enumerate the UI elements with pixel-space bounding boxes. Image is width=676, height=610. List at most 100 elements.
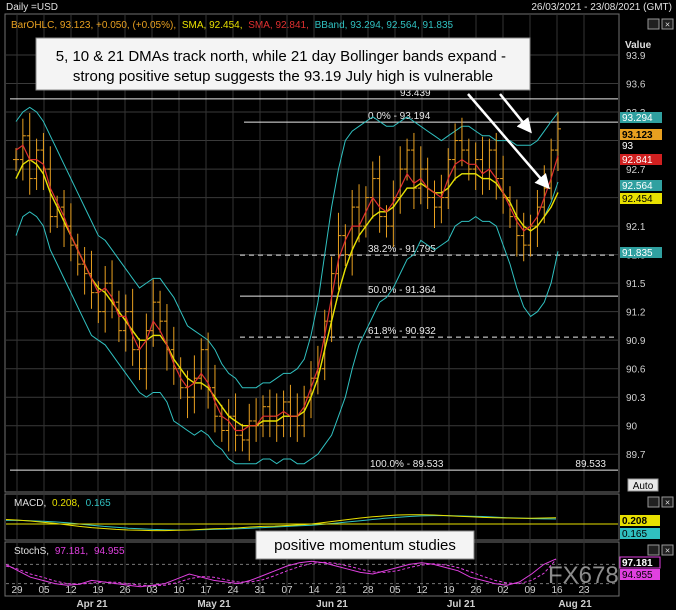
ohlc-bar [102, 266, 109, 333]
ohlc-bar [527, 214, 534, 257]
date-range: 26/03/2021 - 23/08/2021 (GMT) [531, 2, 672, 13]
x-tick-label: 26 [470, 585, 482, 596]
macd-panel-buttons[interactable]: × [647, 496, 674, 508]
price-tag: 91.835 [622, 248, 653, 259]
legend-sma-slow: SMA, 92.454, [182, 20, 243, 31]
ohlc-bar [500, 155, 507, 214]
stoch-name: StochS, [14, 546, 49, 557]
level-label: 61.8% - 90.932 [368, 326, 436, 337]
value-label: Value [625, 40, 652, 51]
ohlc-bar [163, 304, 170, 371]
close-glyph: × [665, 546, 670, 556]
ohlc-bar [246, 403, 253, 461]
x-axis: 29 05 12 19 26 03 10 17 24 31 07 14 21 28 05 12 19 26 02 09… [11, 585, 592, 610]
ohlc-bar [349, 189, 356, 276]
x-tick-label: 28 [362, 585, 374, 596]
x-tick-label: 03 [146, 585, 158, 596]
main-legend: BarOHLC, 93.123, +0.050, (+0.05%), SMA, … [11, 20, 454, 31]
x-tick-label: 12 [65, 585, 77, 596]
macd-value: 0.208, [52, 498, 80, 509]
ohlc-bar [513, 199, 520, 257]
x-tick-label: 17 [200, 585, 212, 596]
ohlc-bar [431, 180, 438, 229]
ohlc-bar [13, 148, 19, 171]
price-tag: 92.841 [622, 155, 653, 166]
price-tag: 92.454 [622, 194, 653, 205]
y-tick-label: 89.7 [626, 450, 646, 461]
price-tag: 92.564 [622, 181, 653, 192]
x-month-label: May 21 [197, 599, 231, 610]
ohlc-bar [273, 393, 280, 442]
level-label: 50.0% - 91.364 [368, 285, 436, 296]
minimize-icon[interactable] [647, 18, 660, 30]
ohlc-bar [369, 161, 376, 219]
x-tick-label: 12 [416, 585, 428, 596]
level-right-label: 89.533 [575, 459, 606, 470]
ohlc-bar [109, 260, 116, 319]
x-tick-label: 31 [254, 585, 266, 596]
y-tick-label: 91.5 [626, 279, 646, 290]
close-glyph: × [665, 20, 670, 30]
macd-name: MACD, [14, 498, 46, 509]
y-tick-label: 93.9 [626, 51, 646, 62]
stoch-legend: StochS, 97.181, 94.955 [14, 546, 125, 557]
ohlc-bar [253, 398, 260, 442]
y-tick-label: 90.9 [626, 336, 646, 347]
ohlc-bar [376, 155, 383, 233]
stoch-d-value: 94.955 [94, 546, 125, 557]
ohlc-bar [424, 157, 431, 209]
ohlc-bar [417, 146, 424, 205]
price-tag: 93.294 [622, 113, 653, 124]
ohlc-bar [143, 313, 150, 390]
macd-signal-value: 0.165 [86, 498, 111, 509]
watermark: FX678 [548, 562, 619, 589]
legend-bband: BBand, 93.294, 92.564, 91.835 [315, 20, 454, 31]
macd-line [5, 514, 557, 532]
chart-timeframe: Daily =USD [6, 2, 58, 13]
ohlc-bar [438, 174, 445, 224]
x-tick-label: 10 [173, 585, 185, 596]
x-tick-label: 19 [92, 585, 104, 596]
x-tick-label: 19 [443, 585, 455, 596]
x-tick-label: 26 [119, 585, 131, 596]
legend-sma-fast: SMA, 92.841, [248, 20, 309, 31]
stoch-d-tag: 94.955 [622, 570, 653, 581]
y-tick-label: 92.7 [626, 165, 646, 176]
stoch-k-value: 97.181, [55, 546, 88, 557]
ohlc-bar [287, 384, 294, 438]
level-label: 100.0% - 89.533 [370, 459, 444, 470]
macd-tag: 0.208 [622, 516, 647, 527]
ohlc-bar [397, 146, 404, 214]
x-month-label: Apr 21 [76, 599, 108, 610]
macd-legend: MACD, 0.208, 0.165 [14, 498, 111, 509]
ohlc-bar [47, 146, 54, 233]
close-glyph: × [665, 498, 670, 508]
ohlc-bar [479, 136, 486, 195]
ohlc-bar [520, 212, 527, 262]
main-panel-buttons[interactable]: × [647, 18, 674, 30]
minimize-icon[interactable] [647, 496, 660, 508]
x-month-label: Jul 21 [447, 599, 476, 610]
macd-signal-line [6, 515, 557, 531]
x-month-label: Jun 21 [316, 599, 348, 610]
price-tag: 93 [622, 141, 634, 152]
x-tick-label: 24 [227, 585, 239, 596]
ohlc-bar [198, 338, 205, 390]
auto-scale-label: Auto [633, 481, 654, 492]
momentum-annotation-text: positive momentum studies [274, 537, 456, 554]
ohlc-bar [493, 132, 500, 200]
x-tick-label: 02 [497, 585, 509, 596]
legend-bar: BarOHLC, 93.123, +0.050, (+0.05%), [11, 20, 176, 31]
ohlc-bar [211, 364, 218, 433]
y-tick-label: 92.1 [626, 222, 646, 233]
ohlc-bar [294, 393, 301, 442]
y-tick-label: 90 [626, 422, 638, 433]
x-tick-label: 29 [11, 585, 23, 596]
x-month-label: Aug 21 [558, 599, 592, 610]
minimize-icon[interactable] [647, 544, 660, 556]
ohlc-bar [486, 138, 493, 190]
stoch-panel-buttons[interactable]: × [647, 544, 674, 556]
x-tick-label: 05 [38, 585, 50, 596]
chart-root: 93.4390.0% - 93.19438.2% - 91.79550.0% -… [4, 2, 674, 610]
price-tag: 93.123 [622, 130, 653, 141]
